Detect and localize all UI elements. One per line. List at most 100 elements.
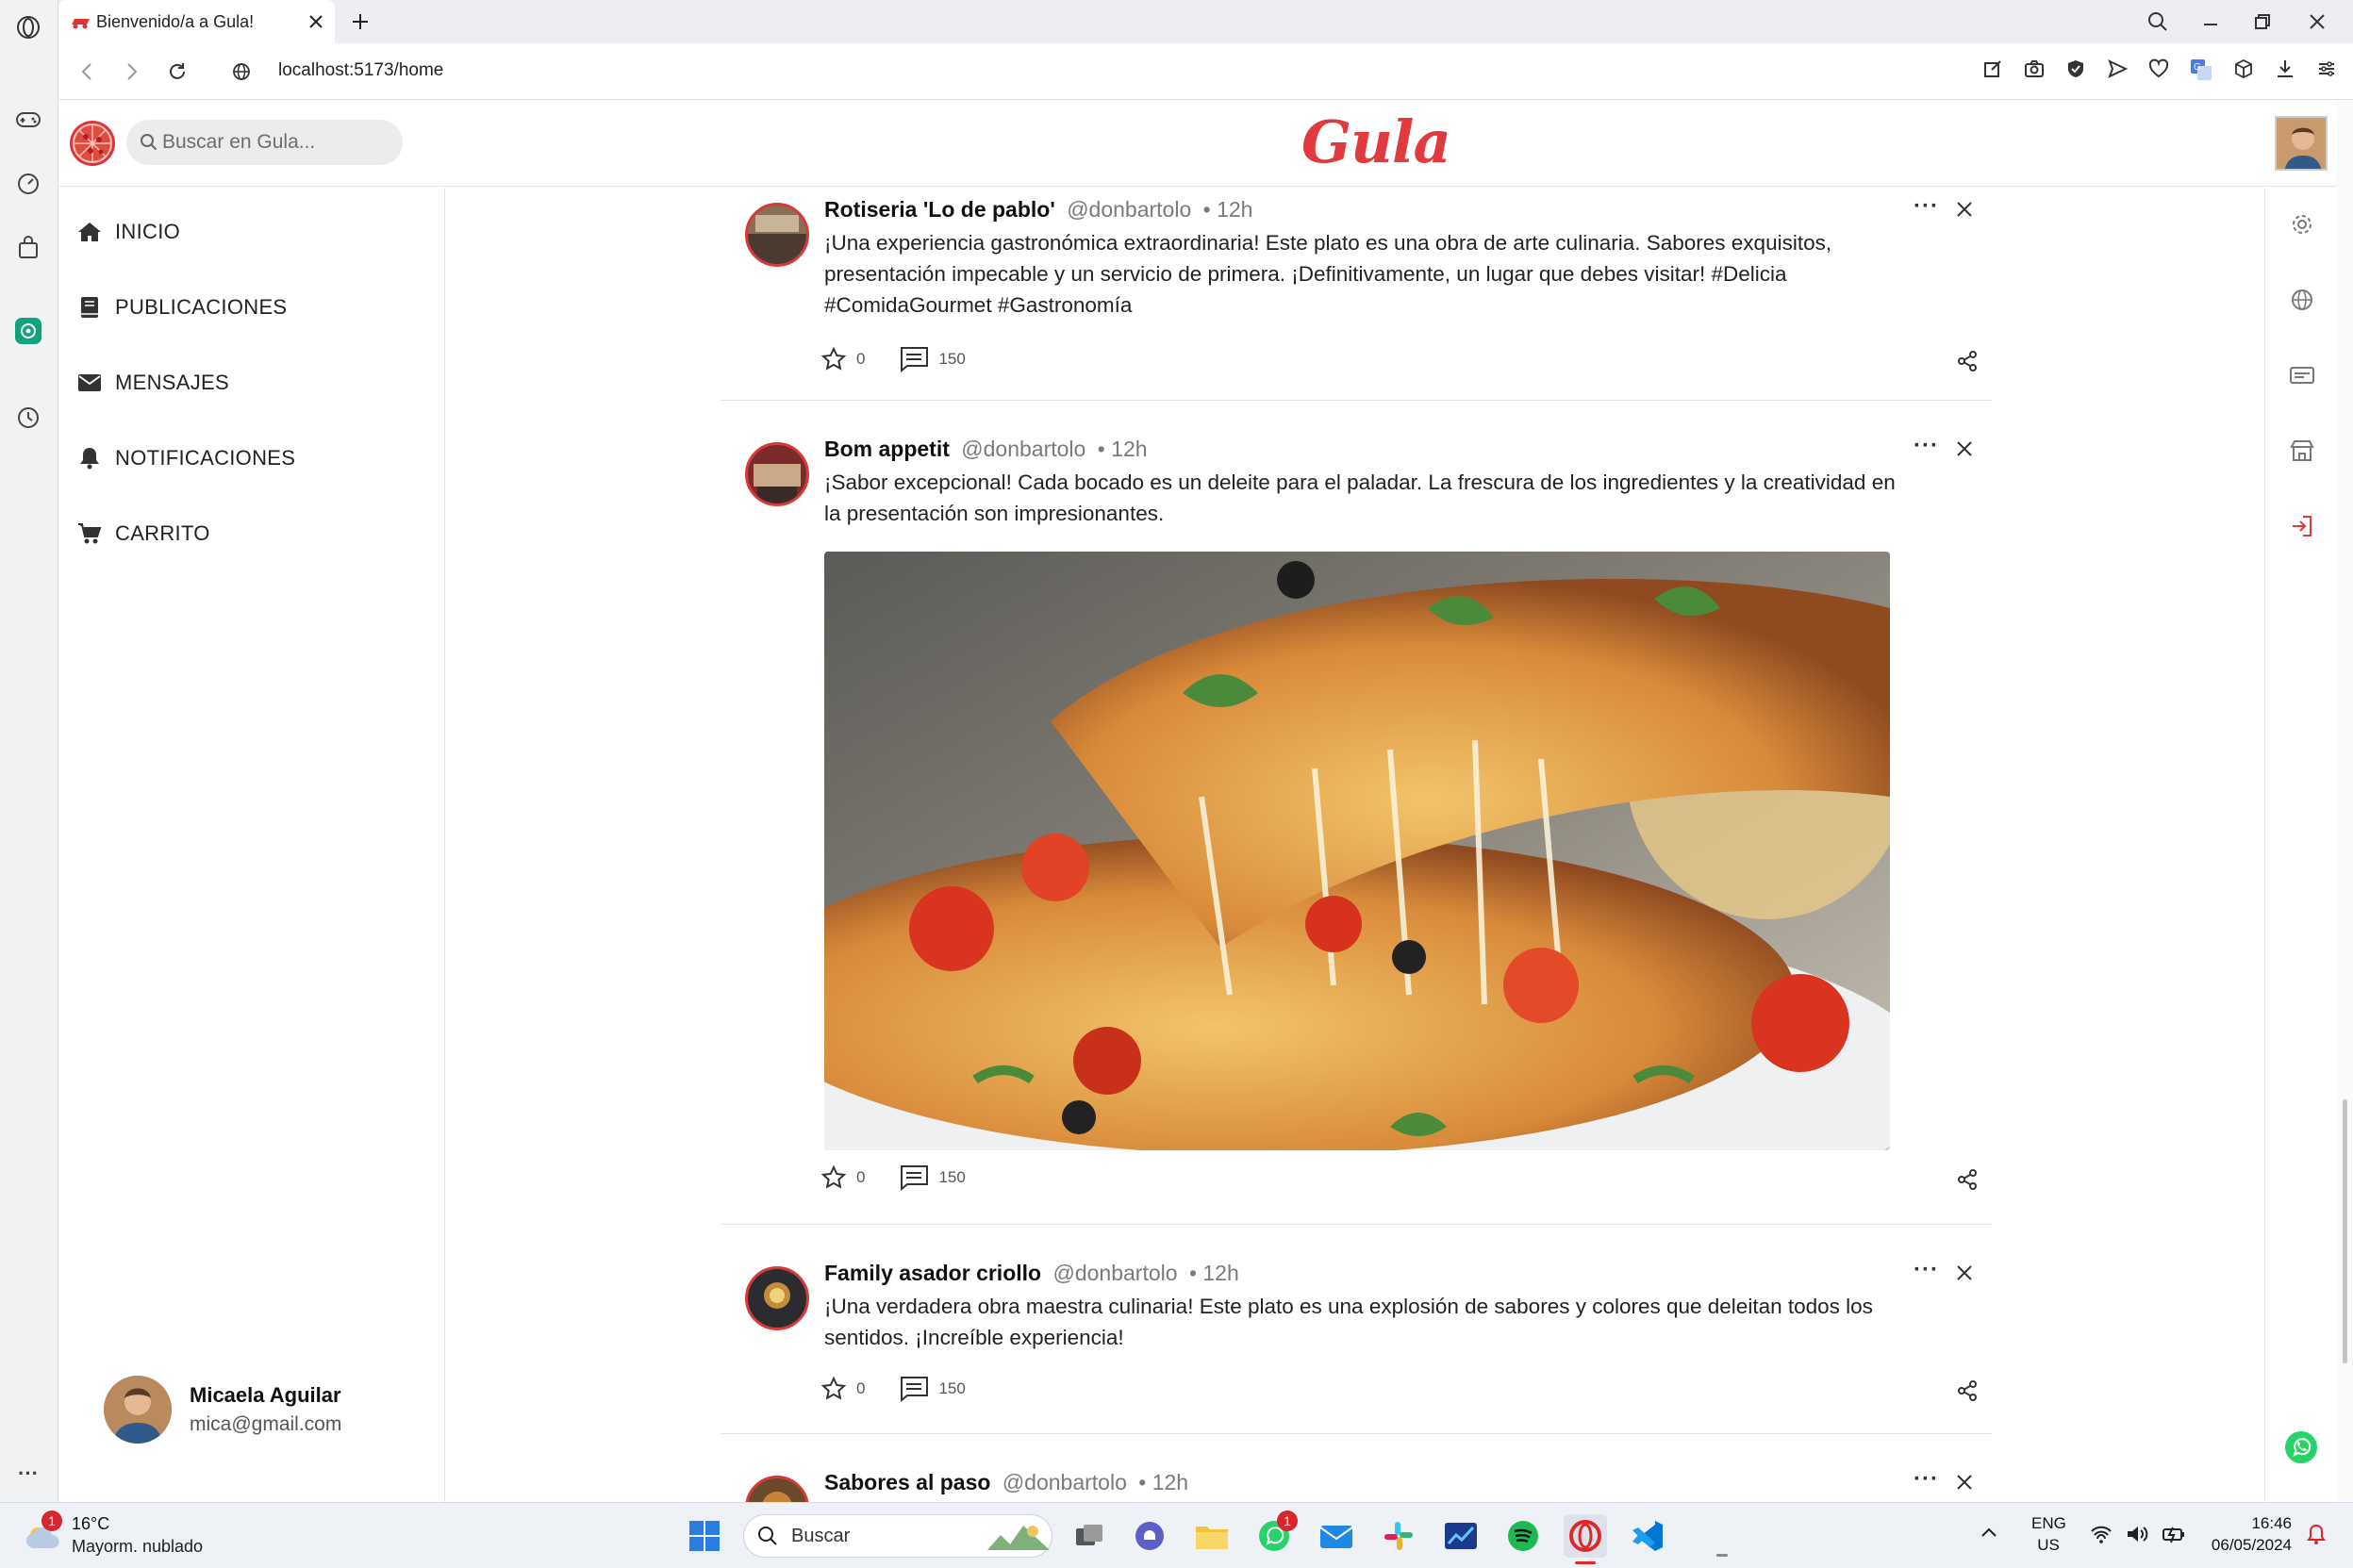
more-options-icon[interactable]: ···	[1914, 193, 1939, 220]
comment-icon[interactable]	[899, 346, 929, 372]
settings-gear-icon[interactable]	[2288, 210, 2316, 239]
forward-icon[interactable]	[117, 57, 147, 87]
globe-icon[interactable]	[2288, 286, 2316, 314]
more-options-icon[interactable]: ···	[1914, 1257, 1939, 1283]
bag-icon[interactable]	[12, 232, 44, 264]
reload-icon[interactable]	[162, 57, 192, 87]
more-options-icon[interactable]: ···	[1914, 1466, 1939, 1493]
battery-icon[interactable]	[2162, 1524, 2186, 1544]
share-icon[interactable]	[1956, 1379, 1979, 1402]
new-tab-icon[interactable]	[346, 8, 374, 36]
post-avatar[interactable]	[745, 203, 809, 267]
more-options-icon[interactable]: ···	[1914, 433, 1939, 459]
edit-page-icon[interactable]	[1982, 58, 2003, 79]
star-icon[interactable]	[820, 346, 847, 372]
post-handle[interactable]: @donbartolo	[1067, 197, 1191, 222]
gula-logo[interactable]: Gula	[1301, 107, 1451, 176]
clock-date[interactable]: 06/05/2024	[2197, 1536, 2292, 1555]
store-icon[interactable]	[2288, 437, 2316, 465]
start-windows-icon[interactable]	[683, 1514, 726, 1558]
star-icon[interactable]	[820, 1376, 847, 1402]
back-icon[interactable]	[72, 57, 102, 87]
browser-tab[interactable]: Bienvenido/a a Gula!	[58, 0, 335, 43]
comment-icon[interactable]	[899, 1164, 929, 1191]
more-icon[interactable]: ···	[12, 1458, 44, 1490]
tab-search-icon[interactable]	[2142, 6, 2174, 38]
slack-icon[interactable]	[1377, 1514, 1420, 1558]
pizza-logo-icon[interactable]	[70, 121, 115, 166]
clock-time[interactable]: 16:46	[2197, 1514, 2292, 1533]
system-tray[interactable]	[2090, 1524, 2186, 1544]
nav-item-publicaciones[interactable]: PUBLICACIONES	[77, 295, 287, 320]
close-icon[interactable]	[1956, 1264, 1973, 1281]
post-avatar[interactable]	[745, 442, 809, 506]
tab-close-icon[interactable]	[308, 14, 323, 29]
speed-dial-icon[interactable]	[12, 168, 44, 200]
snapshot-icon[interactable]	[2024, 58, 2045, 79]
post-avatar[interactable]	[745, 1476, 809, 1502]
chatgpt-icon[interactable]	[12, 315, 44, 347]
adblock-shield-icon[interactable]	[2065, 58, 2086, 79]
whatsapp-icon[interactable]	[2282, 1428, 2320, 1466]
nav-item-carrito[interactable]: CARRITO	[77, 521, 210, 546]
scrollbar-thumb[interactable]	[2343, 1099, 2347, 1363]
taskbar-search-input[interactable]: Buscar	[743, 1514, 1052, 1558]
close-icon[interactable]	[1956, 201, 1973, 218]
task-view-icon[interactable]	[1068, 1514, 1111, 1558]
close-icon[interactable]	[1956, 1474, 1973, 1491]
comment-icon[interactable]	[899, 1376, 929, 1402]
share-icon[interactable]	[1956, 350, 1979, 372]
search-input[interactable]: Buscar en Gula...	[126, 120, 403, 165]
nav-item-notificaciones[interactable]: NOTIFICACIONES	[77, 446, 295, 470]
opera-taskbar-icon[interactable]	[1564, 1514, 1607, 1558]
post-handle[interactable]: @donbartolo	[961, 437, 1085, 461]
star-icon[interactable]	[820, 1164, 847, 1191]
stocks-app-icon[interactable]	[1439, 1514, 1483, 1558]
post-handle[interactable]: @donbartolo	[1003, 1470, 1127, 1494]
post-author[interactable]: Rotiseria 'Lo de pablo'	[824, 197, 1055, 222]
notification-bell-icon[interactable]	[2307, 1524, 2326, 1546]
spotify-icon[interactable]	[1501, 1514, 1545, 1558]
send-icon[interactable]	[2107, 58, 2128, 79]
history-icon[interactable]	[12, 402, 44, 434]
easy-setup-icon[interactable]	[2316, 58, 2337, 79]
wifi-icon[interactable]	[2090, 1524, 2113, 1544]
toolbar-icons: G	[1982, 58, 2353, 81]
nav-item-mensajes[interactable]: MENSAJES	[77, 371, 229, 395]
window-close-icon[interactable]	[2301, 6, 2333, 38]
nav-item-inicio[interactable]: INICIO	[77, 220, 180, 244]
scrollbar[interactable]	[2336, 100, 2353, 1502]
minimize-icon[interactable]	[2195, 6, 2227, 38]
user-avatar[interactable]	[104, 1376, 172, 1444]
weather-desc[interactable]: Mayorm. nublado	[72, 1537, 203, 1557]
mail-icon[interactable]	[1315, 1514, 1358, 1558]
vscode-icon[interactable]	[1626, 1514, 1669, 1558]
share-icon[interactable]	[1956, 1168, 1979, 1191]
card-icon[interactable]	[2288, 361, 2316, 389]
post-handle[interactable]: @donbartolo	[1052, 1261, 1177, 1285]
download-icon[interactable]	[2275, 58, 2295, 79]
extensions-cube-icon[interactable]	[2233, 58, 2254, 79]
close-icon[interactable]	[1956, 440, 1973, 457]
file-explorer-icon[interactable]	[1190, 1514, 1234, 1558]
heart-icon[interactable]	[2148, 58, 2169, 79]
translate-icon[interactable]: G	[2190, 58, 2212, 81]
tray-overflow-icon[interactable]	[1980, 1526, 1997, 1539]
post-author[interactable]: Sabores al paso	[824, 1470, 990, 1494]
site-info-icon[interactable]	[228, 58, 255, 85]
volume-icon[interactable]	[2126, 1524, 2148, 1544]
lang-label[interactable]: ENG	[2031, 1514, 2066, 1533]
url-field[interactable]: localhost:5173/home	[278, 60, 443, 81]
avatar[interactable]	[2275, 116, 2328, 171]
post-avatar[interactable]	[745, 1266, 809, 1330]
logout-icon[interactable]	[2288, 512, 2316, 540]
post-author[interactable]: Bom appetit	[824, 437, 950, 461]
restore-icon[interactable]	[2246, 6, 2278, 38]
opera-logo-icon[interactable]	[12, 11, 44, 43]
gamepad-icon[interactable]	[12, 104, 44, 136]
weather-temp[interactable]: 16°C	[72, 1514, 109, 1534]
teams-icon[interactable]	[1128, 1514, 1171, 1558]
post-image-pizza[interactable]	[824, 552, 1890, 1150]
region-label[interactable]: US	[2031, 1536, 2065, 1555]
post-author[interactable]: Family asador criollo	[824, 1261, 1041, 1285]
